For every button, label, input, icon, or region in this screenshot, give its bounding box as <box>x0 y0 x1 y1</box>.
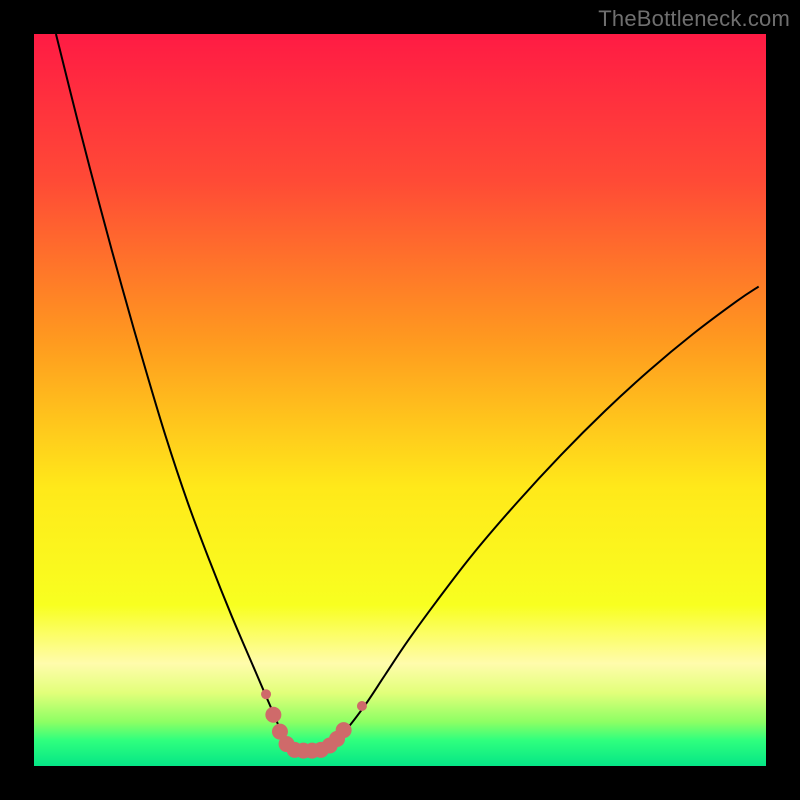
bottleneck-curve <box>56 34 759 751</box>
curve-layer <box>34 34 766 766</box>
chart-frame: TheBottleneck.com <box>0 0 800 800</box>
watermark-text: TheBottleneck.com <box>598 6 790 32</box>
marker-dot <box>357 701 367 711</box>
plot-area <box>34 34 766 766</box>
marker-dot <box>336 722 352 738</box>
marker-dot <box>265 707 281 723</box>
marker-dot <box>261 689 271 699</box>
